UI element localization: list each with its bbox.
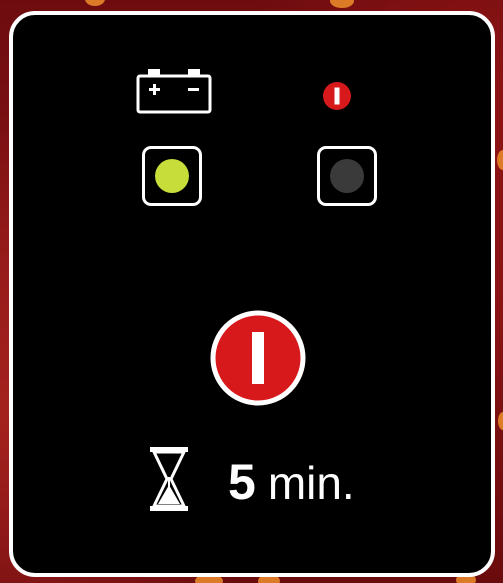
fault-lamp-light — [330, 159, 364, 193]
battery-lamp-light — [155, 159, 189, 193]
battery-status-lamp — [142, 146, 202, 206]
battery-icon — [136, 69, 212, 114]
power-button[interactable] — [210, 310, 306, 406]
timer-display: 5 min. — [150, 447, 410, 511]
timer-unit: min. — [267, 457, 355, 509]
power-icon — [252, 332, 264, 384]
timer-value: 5 — [228, 454, 256, 510]
power-alert-icon — [323, 82, 351, 110]
timer-label: 5 min. — [228, 455, 355, 510]
fault-status-lamp — [317, 146, 377, 206]
hourglass-icon — [150, 447, 188, 511]
